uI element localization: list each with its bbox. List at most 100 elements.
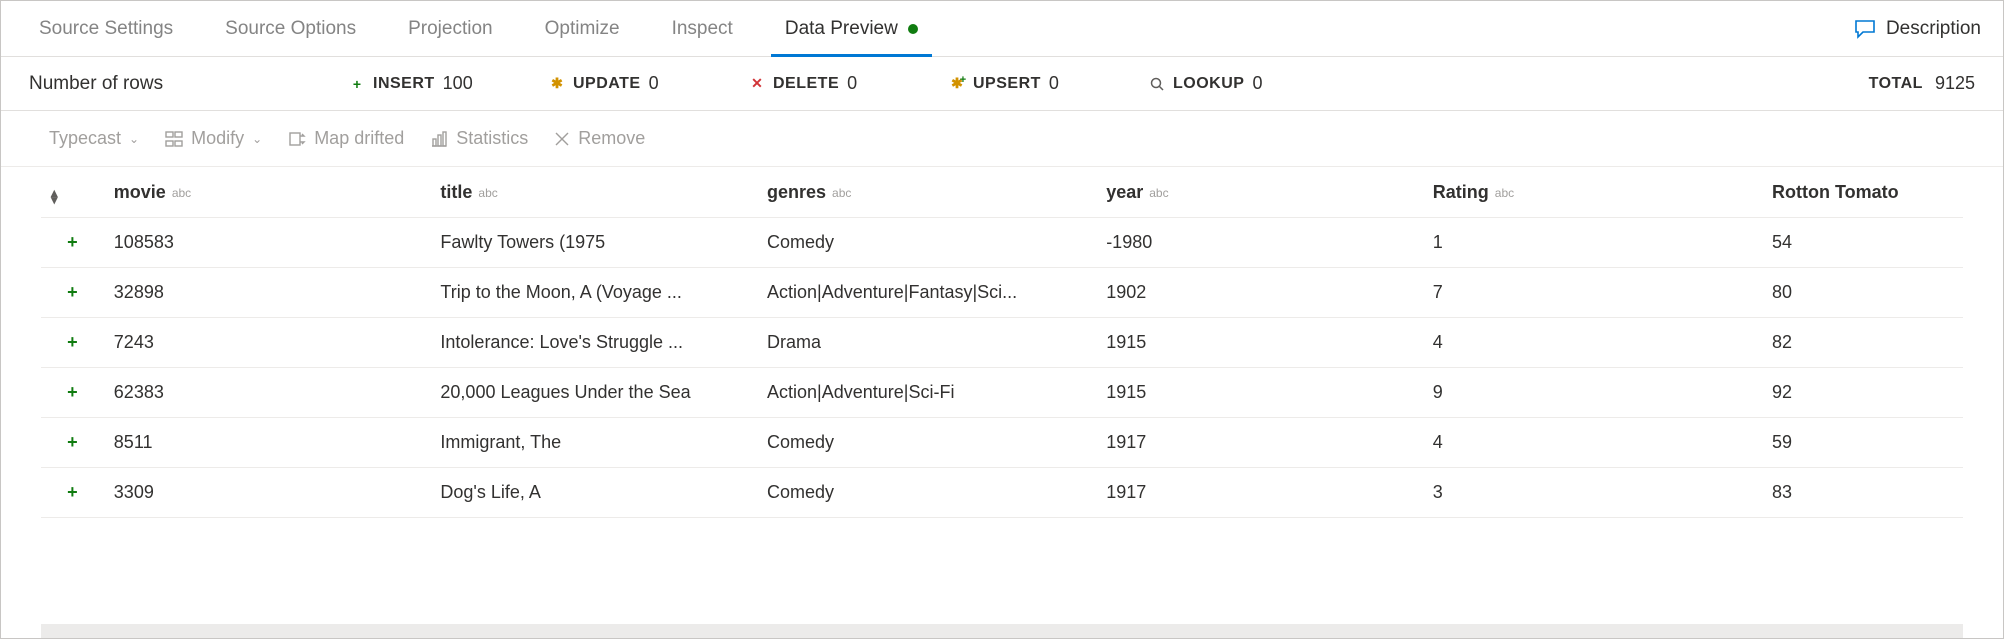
table-row[interactable]: +32898Trip to the Moon, A (Voyage ...Act… bbox=[41, 268, 1963, 318]
cell-genres: Drama bbox=[757, 318, 1096, 368]
row-insert-icon: + bbox=[41, 418, 104, 468]
row-stats-bar: Number of rows + INSERT 100 ✱ UPDATE 0 ✕… bbox=[1, 57, 2003, 111]
tab-source-options[interactable]: Source Options bbox=[199, 1, 382, 56]
cell-title: Fawlty Towers (1975 bbox=[430, 218, 757, 268]
cell-movie: 8511 bbox=[104, 418, 431, 468]
description-label: Description bbox=[1886, 18, 1981, 40]
tab-source-settings[interactable]: Source Settings bbox=[13, 1, 199, 56]
stat-insert: + INSERT 100 bbox=[349, 73, 549, 94]
cell-rating: 1 bbox=[1423, 218, 1762, 268]
horizontal-scrollbar[interactable] bbox=[41, 624, 1963, 638]
row-insert-icon: + bbox=[41, 318, 104, 368]
cell-title: Immigrant, The bbox=[430, 418, 757, 468]
row-insert-icon: + bbox=[41, 218, 104, 268]
statistics-icon bbox=[430, 130, 448, 148]
cell-rating: 4 bbox=[1423, 318, 1762, 368]
cell-title: Intolerance: Love's Struggle ... bbox=[430, 318, 757, 368]
upsert-icon: ✱+ bbox=[949, 76, 965, 92]
col-rt[interactable]: Rotton Tomato bbox=[1762, 167, 1963, 218]
statistics-button[interactable]: Statistics bbox=[430, 128, 528, 149]
lookup-icon bbox=[1149, 76, 1165, 92]
cell-genres: Comedy bbox=[757, 418, 1096, 468]
row-insert-icon: + bbox=[41, 268, 104, 318]
row-insert-icon: + bbox=[41, 468, 104, 518]
table-row[interactable]: +6238320,000 Leagues Under the SeaAction… bbox=[41, 368, 1963, 418]
header-row: ▴▾ movieabc titleabc genresabc yearabc R… bbox=[41, 167, 1963, 218]
cell-year: -1980 bbox=[1096, 218, 1423, 268]
cell-movie: 7243 bbox=[104, 318, 431, 368]
col-genres[interactable]: genresabc bbox=[757, 167, 1096, 218]
cell-rating: 4 bbox=[1423, 418, 1762, 468]
modify-button[interactable]: Modify ⌄ bbox=[165, 128, 262, 149]
tab-label: Projection bbox=[408, 18, 493, 40]
cell-rating: 7 bbox=[1423, 268, 1762, 318]
cell-rt: 83 bbox=[1762, 468, 1963, 518]
map-drifted-icon bbox=[288, 130, 306, 148]
cell-genres: Action|Adventure|Sci-Fi bbox=[757, 368, 1096, 418]
cell-genres: Comedy bbox=[757, 218, 1096, 268]
table-row[interactable]: +3309Dog's Life, AComedy1917383 bbox=[41, 468, 1963, 518]
typecast-button[interactable]: Typecast ⌄ bbox=[49, 128, 139, 149]
tab-optimize[interactable]: Optimize bbox=[519, 1, 646, 56]
data-grid: ▴▾ movieabc titleabc genresabc yearabc R… bbox=[1, 167, 2003, 624]
sort-icon: ▴▾ bbox=[51, 190, 58, 203]
stat-total: TOTAL 9125 bbox=[1869, 73, 1975, 94]
comment-icon bbox=[1854, 19, 1876, 39]
rows-title: Number of rows bbox=[29, 73, 349, 95]
col-title[interactable]: titleabc bbox=[430, 167, 757, 218]
tab-label: Data Preview bbox=[785, 18, 898, 40]
cell-title: Trip to the Moon, A (Voyage ... bbox=[430, 268, 757, 318]
cell-rating: 3 bbox=[1423, 468, 1762, 518]
cell-rt: 59 bbox=[1762, 418, 1963, 468]
stat-update: ✱ UPDATE 0 bbox=[549, 73, 749, 94]
table-row[interactable]: +7243Intolerance: Love's Struggle ...Dra… bbox=[41, 318, 1963, 368]
row-insert-icon: + bbox=[41, 368, 104, 418]
cell-genres: Comedy bbox=[757, 468, 1096, 518]
tab-label: Source Settings bbox=[39, 18, 173, 40]
description-button[interactable]: Description bbox=[1854, 18, 1981, 40]
tab-inspect[interactable]: Inspect bbox=[646, 1, 759, 56]
cell-rt: 80 bbox=[1762, 268, 1963, 318]
tab-bar: Source Settings Source Options Projectio… bbox=[1, 1, 2003, 57]
remove-button[interactable]: Remove bbox=[554, 128, 645, 149]
remove-icon bbox=[554, 131, 570, 147]
chevron-down-icon: ⌄ bbox=[252, 132, 262, 146]
tab-projection[interactable]: Projection bbox=[382, 1, 519, 56]
stat-lookup: LOOKUP 0 bbox=[1149, 73, 1349, 94]
insert-icon: + bbox=[349, 76, 365, 92]
tab-label: Optimize bbox=[545, 18, 620, 40]
cell-movie: 108583 bbox=[104, 218, 431, 268]
table-row[interactable]: +8511Immigrant, TheComedy1917459 bbox=[41, 418, 1963, 468]
cell-year: 1917 bbox=[1096, 468, 1423, 518]
map-drifted-button[interactable]: Map drifted bbox=[288, 128, 404, 149]
cell-rt: 92 bbox=[1762, 368, 1963, 418]
cell-movie: 32898 bbox=[104, 268, 431, 318]
tab-label: Inspect bbox=[672, 18, 733, 40]
grid-toolbar: Typecast ⌄ Modify ⌄ Map drifted Statisti… bbox=[1, 111, 2003, 167]
cell-year: 1917 bbox=[1096, 418, 1423, 468]
col-movie[interactable]: movieabc bbox=[104, 167, 431, 218]
cell-title: 20,000 Leagues Under the Sea bbox=[430, 368, 757, 418]
cell-genres: Action|Adventure|Fantasy|Sci... bbox=[757, 268, 1096, 318]
tab-data-preview[interactable]: Data Preview bbox=[759, 1, 944, 56]
cell-rt: 54 bbox=[1762, 218, 1963, 268]
delete-icon: ✕ bbox=[749, 76, 765, 92]
col-year[interactable]: yearabc bbox=[1096, 167, 1423, 218]
tab-label: Source Options bbox=[225, 18, 356, 40]
stat-delete: ✕ DELETE 0 bbox=[749, 73, 949, 94]
cell-title: Dog's Life, A bbox=[430, 468, 757, 518]
cell-rt: 82 bbox=[1762, 318, 1963, 368]
col-rating[interactable]: Ratingabc bbox=[1423, 167, 1762, 218]
update-icon: ✱ bbox=[549, 76, 565, 92]
status-dot-icon bbox=[908, 24, 918, 34]
cell-movie: 62383 bbox=[104, 368, 431, 418]
cell-rating: 9 bbox=[1423, 368, 1762, 418]
sort-handle[interactable]: ▴▾ bbox=[41, 167, 104, 218]
cell-year: 1902 bbox=[1096, 268, 1423, 318]
cell-movie: 3309 bbox=[104, 468, 431, 518]
table-row[interactable]: +108583Fawlty Towers (1975Comedy-1980154 bbox=[41, 218, 1963, 268]
modify-icon bbox=[165, 130, 183, 148]
chevron-down-icon: ⌄ bbox=[129, 132, 139, 146]
cell-year: 1915 bbox=[1096, 368, 1423, 418]
cell-year: 1915 bbox=[1096, 318, 1423, 368]
